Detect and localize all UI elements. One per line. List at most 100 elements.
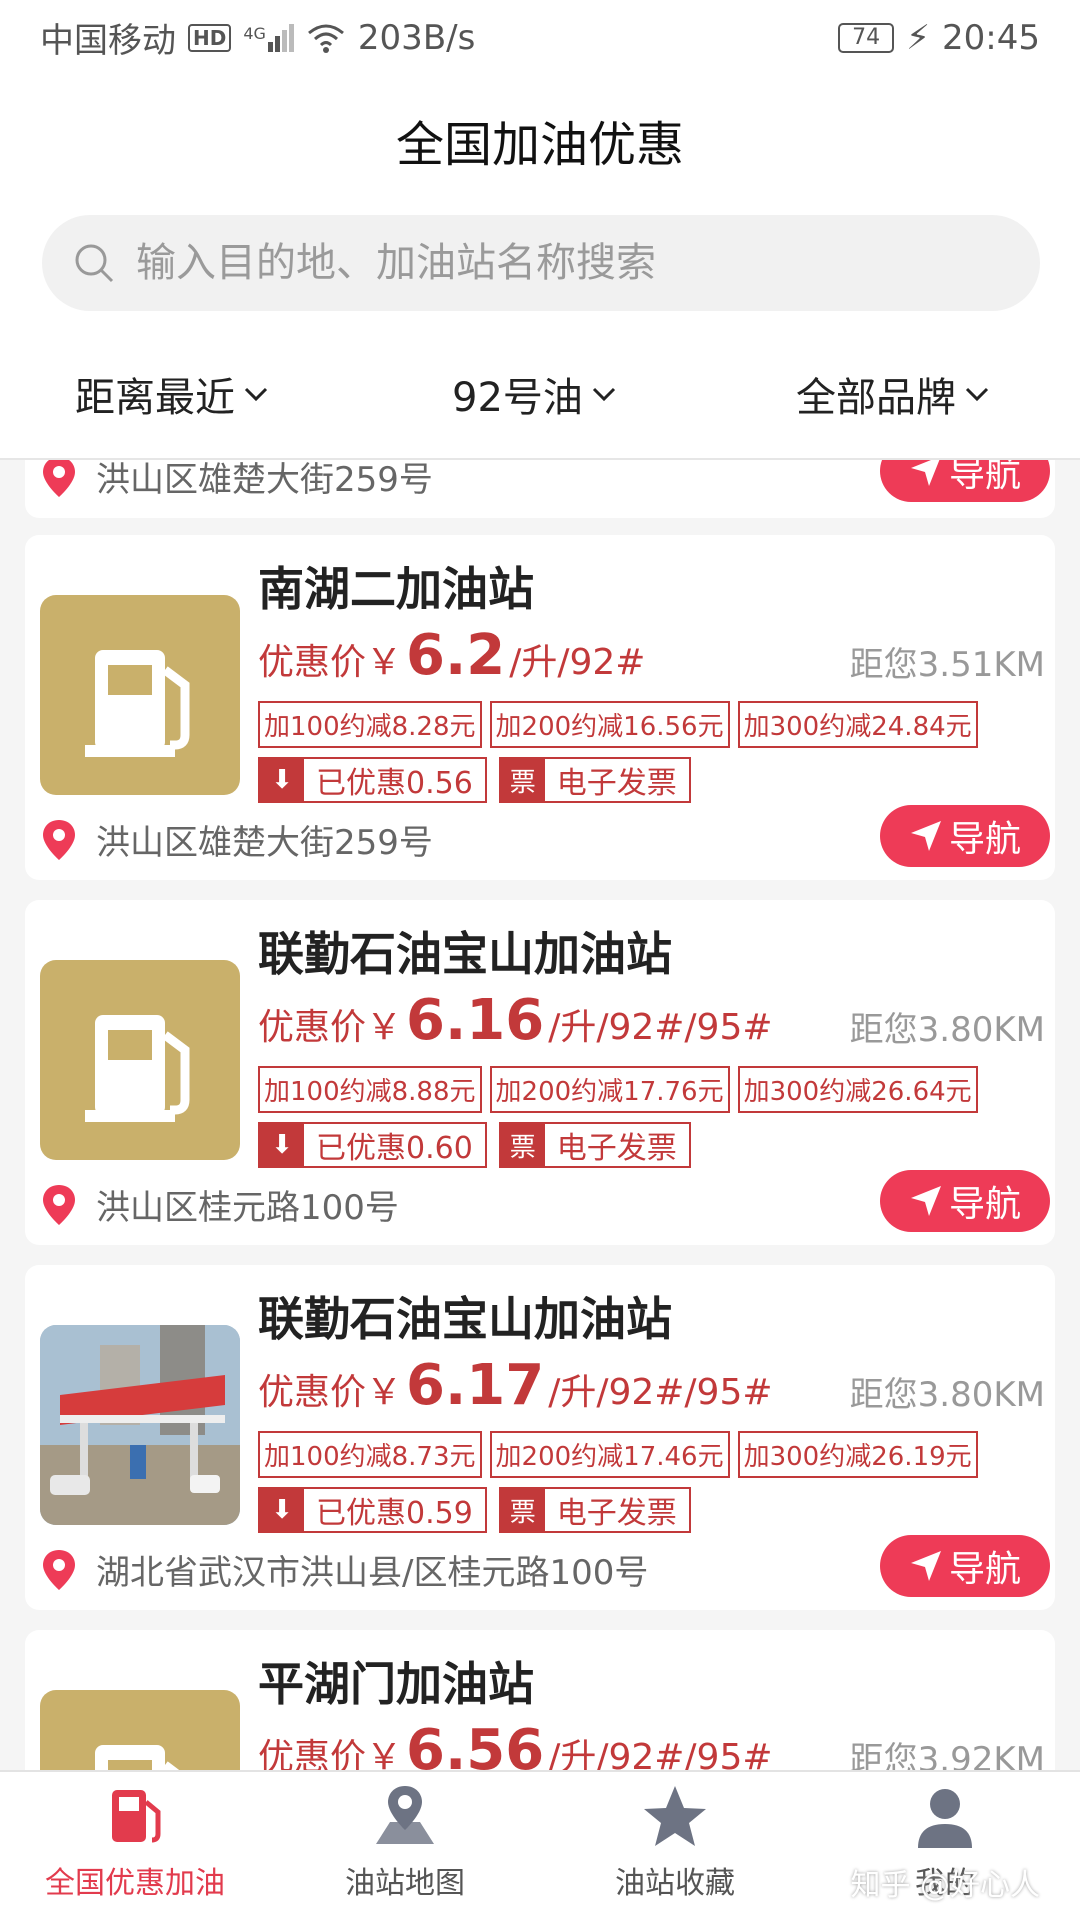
invoice-text: 电子发票 xyxy=(556,1496,677,1531)
search-bar[interactable] xyxy=(42,215,1040,311)
search-icon xyxy=(75,244,114,283)
navigate-arrow-icon xyxy=(910,1551,941,1581)
down-arrow-icon: ⬇ xyxy=(260,1489,304,1531)
discount-tag: 加100约减8.88元 xyxy=(258,1066,482,1113)
invoice-icon: 票 xyxy=(500,1489,545,1531)
tab-label: 油站收藏 xyxy=(615,1866,735,1901)
badge-row: ⬇ 已优惠0.59 票电子发票 xyxy=(258,1487,691,1533)
tab-station-map[interactable]: 油站地图 xyxy=(270,1782,540,1902)
star-icon xyxy=(644,1786,706,1846)
station-card[interactable]: 联勤石油宝山加油站 优惠价￥ 6.17 /升/92#/95# 距您3.80KM … xyxy=(25,1265,1055,1610)
invoice-icon: 票 xyxy=(500,1124,545,1166)
station-photo-image xyxy=(40,1325,240,1525)
address-row: 湖北省武汉市洪山县/区桂元路100号 xyxy=(40,1545,648,1594)
price-unit: /升/92#/95# xyxy=(548,1737,773,1770)
address-row: 洪山区雄楚大街259号 xyxy=(40,460,433,501)
chevron-down-icon xyxy=(965,387,989,402)
fuel-pump-icon xyxy=(85,1015,190,1122)
station-name: 联勤石油宝山加油站 xyxy=(258,927,672,981)
tab-label: 全国优惠加油 xyxy=(45,1866,225,1901)
discount-row: 加100约减8.73元 加200约减17.46元 加300约减26.19元 xyxy=(258,1431,978,1478)
saved-text: 已优惠0.59 xyxy=(316,1496,473,1531)
discount-tag: 加300约减24.84元 xyxy=(737,701,978,748)
discount-row: 加100约减8.88元 加200约减17.76元 加300约减26.64元 xyxy=(258,1066,978,1113)
price-prefix: 优惠价￥ xyxy=(258,1737,403,1770)
discount-tag: 加100约减8.73元 xyxy=(258,1431,482,1478)
navigate-button[interactable]: 导航 xyxy=(880,805,1050,867)
price-prefix: 优惠价￥ xyxy=(258,1007,403,1048)
price-value: 6.2 xyxy=(406,623,506,688)
station-card[interactable]: 平湖门加油站 优惠价￥ 6.56 /升/92#/95# 距您3.92KM xyxy=(25,1630,1055,1770)
net-speed: 203B/s xyxy=(357,17,476,58)
filter-fuel-label: 92号油 xyxy=(452,375,583,421)
navigate-label: 导航 xyxy=(948,1184,1021,1225)
navigate-label: 导航 xyxy=(948,460,1021,495)
discount-tag: 加200约减16.56元 xyxy=(489,701,730,748)
station-thumbnail xyxy=(40,595,240,795)
navigate-button[interactable]: 导航 xyxy=(880,460,1050,502)
chevron-down-icon xyxy=(592,387,615,402)
map-pin-icon xyxy=(376,1786,434,1844)
distance-label: 距您3.80KM xyxy=(849,1010,1045,1050)
navigate-arrow-icon xyxy=(910,1186,941,1216)
invoice-badge: 票电子发票 xyxy=(498,1122,691,1168)
price-row: 优惠价￥ 6.2 /升/92# xyxy=(258,623,645,688)
discount-tag: 加300约减26.64元 xyxy=(737,1066,978,1113)
signal-icon: 4G xyxy=(243,23,294,52)
search-area xyxy=(0,205,1080,335)
station-thumbnail xyxy=(40,1690,240,1770)
price-prefix: 优惠价￥ xyxy=(258,642,403,683)
watermark: 知乎 @好心人 xyxy=(850,1868,1040,1903)
distance-label: 距您3.80KM xyxy=(849,1375,1045,1415)
station-card[interactable]: 联勤石油宝山加油站 优惠价￥ 6.16 /升/92#/95# 距您3.80KM … xyxy=(25,900,1055,1245)
search-input[interactable] xyxy=(134,239,954,287)
saved-text: 已优惠0.60 xyxy=(316,1131,473,1166)
fuel-pump-icon xyxy=(95,1745,180,1770)
invoice-text: 电子发票 xyxy=(556,1131,677,1166)
wifi-icon xyxy=(307,24,344,53)
page-header: 全国加油优惠 xyxy=(0,75,1080,205)
station-card-partial[interactable]: 洪山区雄楚大街259号 导航 xyxy=(25,460,1055,518)
navigate-arrow-icon xyxy=(910,460,940,486)
price-unit: /升/92#/95# xyxy=(548,1372,773,1413)
discount-tag: 加200约减17.76元 xyxy=(489,1066,730,1113)
location-pin-icon xyxy=(43,819,75,860)
price-unit: /升/92#/95# xyxy=(548,1007,773,1048)
invoice-text: 电子发票 xyxy=(556,766,677,801)
price-unit: /升/92# xyxy=(509,642,646,683)
fuel-pump-icon xyxy=(112,1790,161,1843)
page-title: 全国加油优惠 xyxy=(395,117,684,173)
price-row: 优惠价￥ 6.56 /升/92#/95# xyxy=(258,1718,773,1770)
station-list[interactable]: 洪山区雄楚大街259号 导航 南湖二加油站 优惠价￥ 6.2 /升/92# 距您… xyxy=(0,460,1080,1770)
filter-brand[interactable]: 全部品牌 xyxy=(796,365,992,423)
station-photo xyxy=(40,1325,240,1525)
tab-favorites[interactable]: 油站收藏 xyxy=(540,1782,810,1902)
navigate-button[interactable]: 导航 xyxy=(880,1170,1050,1232)
station-name: 南湖二加油站 xyxy=(258,562,534,616)
charging-icon: ⚡ xyxy=(906,17,931,58)
filter-sort[interactable]: 距离最近 xyxy=(75,365,271,423)
address-text: 洪山区雄楚大街259号 xyxy=(96,823,433,863)
saved-badge: ⬇ 已优惠0.56 xyxy=(258,757,487,803)
invoice-badge: 票电子发票 xyxy=(498,1487,691,1533)
station-card[interactable]: 南湖二加油站 优惠价￥ 6.2 /升/92# 距您3.51KM 加100约减8.… xyxy=(25,535,1055,880)
filter-bar: 距离最近 92号油 全部品牌 xyxy=(0,335,1080,460)
location-pin-icon xyxy=(43,1184,75,1225)
tab-discount-fuel[interactable]: 全国优惠加油 xyxy=(0,1782,270,1902)
station-name: 联勤石油宝山加油站 xyxy=(258,1292,672,1346)
address-row: 洪山区雄楚大街259号 xyxy=(40,815,433,864)
discount-tag: 加200约减17.46元 xyxy=(489,1431,730,1478)
discount-tag: 加300约减26.19元 xyxy=(737,1431,978,1478)
filter-brand-label: 全部品牌 xyxy=(796,375,956,421)
address-text: 湖北省武汉市洪山县/区桂元路100号 xyxy=(96,1553,649,1593)
badge-row: ⬇ 已优惠0.60 票电子发票 xyxy=(258,1122,691,1168)
clock: 20:45 xyxy=(942,17,1040,58)
filter-fuel[interactable]: 92号油 xyxy=(452,365,619,423)
discount-tag: 加100约减8.28元 xyxy=(258,701,482,748)
navigate-arrow-icon xyxy=(910,821,941,851)
network-label: 4G xyxy=(243,23,266,43)
battery-icon: 74 xyxy=(838,22,895,53)
navigate-button[interactable]: 导航 xyxy=(880,1535,1050,1597)
saved-text: 已优惠0.56 xyxy=(316,766,473,801)
price-value: 6.16 xyxy=(406,988,545,1053)
